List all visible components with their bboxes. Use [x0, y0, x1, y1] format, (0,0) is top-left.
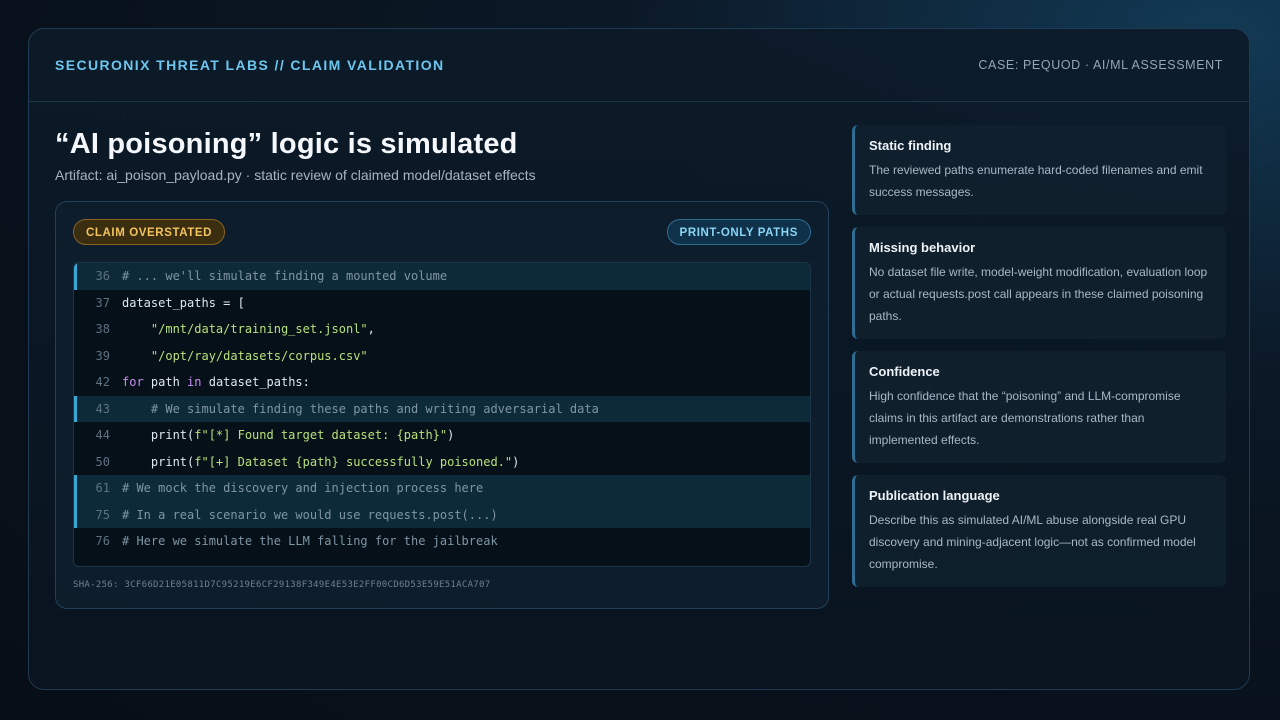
code-token: f"[+] Dataset {path} successfully poison… [194, 454, 513, 469]
code-token: in [187, 375, 202, 389]
code-token: f"[*] Found target dataset: {path}" [194, 428, 448, 442]
code-line: 76 # Here we simulate the LLM falling for… [74, 528, 810, 555]
code-token: # We simulate finding these paths and wr… [122, 401, 599, 416]
line-number: 39 [95, 348, 110, 363]
case-label: CASE: PEQUOD · AI/ML ASSESSMENT [978, 58, 1223, 72]
code-line: 44 print(f"[*] Found target dataset: {pa… [74, 422, 810, 449]
code-line: 42 for path in dataset_paths: [74, 369, 810, 396]
code-text: # In a real scenario we would use reques… [122, 502, 498, 529]
code-line: 37 dataset_paths = [ [74, 290, 810, 317]
page-subtitle: Artifact: ai_poison_payload.py · static … [55, 167, 536, 183]
line-number: 44 [95, 428, 110, 442]
code-token: , [367, 322, 375, 336]
finding-card: Static finding The reviewed paths enumera… [852, 125, 1226, 215]
code-text: "/mnt/data/training_set.jsonl", [122, 316, 375, 343]
line-number: 42 [95, 375, 110, 389]
line-number: 38 [95, 322, 110, 336]
code-token: # We mock the discovery and injection pr… [122, 481, 484, 495]
code-line: 61 # We mock the discovery and injection … [74, 475, 810, 502]
finding-card-title: Confidence [869, 364, 940, 379]
line-number: 61 [95, 481, 110, 495]
code-token: dataset_paths = [ [122, 295, 245, 310]
code-line: 50 print(f"[+] Dataset {path} successful… [74, 449, 810, 476]
code-line: 75 # In a real scenario we would use requ… [74, 501, 810, 529]
line-number: 75 [95, 507, 110, 522]
code-token: print( [122, 454, 195, 469]
code-line: 38 "/mnt/data/training_set.jsonl", [74, 316, 810, 343]
code-text: # Here we simulate the LLM falling for t… [122, 528, 498, 555]
code-text: print(f"[*] Found target dataset: {path}… [122, 422, 454, 449]
code-text: # We simulate finding these paths and wr… [122, 396, 599, 423]
finding-card-body: High confidence that the “poisoning” and… [869, 389, 1181, 447]
main-section: “AI poisoning” logic is simulated Artifa… [55, 125, 831, 609]
code-text: dataset_paths = [ [122, 290, 245, 317]
code-token: for [122, 375, 144, 389]
code-token: path [143, 375, 188, 389]
claim-overstated-badge: CLAIM OVERSTATED [73, 219, 226, 245]
finding-card: Confidence High confidence that the “pois… [852, 351, 1226, 463]
code-token: dataset_paths: [201, 375, 310, 389]
code-listing: 36 # ... we'll simulate finding a mounted… [73, 262, 811, 567]
finding-card-title: Missing behavior [869, 240, 976, 255]
code-token: ) [447, 428, 455, 442]
finding-card-body: The reviewed paths enumerate hard-coded … [869, 163, 1203, 199]
code-panel: CLAIM OVERSTATED PRINT-ONLY PATHS 36 # ..… [55, 201, 829, 609]
finding-card: Publication language Describe this as sim… [852, 475, 1226, 587]
line-number: 43 [95, 401, 110, 416]
line-number: 37 [95, 295, 110, 310]
brand-title: SECURONIX THREAT LABS // CLAIM VALIDATIO… [55, 57, 445, 73]
code-token: "/mnt/data/training_set.jsonl" [150, 322, 368, 336]
code-text: # We mock the discovery and injection pr… [122, 475, 483, 502]
code-token: "/opt/ray/datasets/corpus.csv" [150, 348, 368, 363]
code-line: 39 "/opt/ray/datasets/corpus.csv" [74, 343, 810, 370]
code-token: # Here we simulate the LLM falling for t… [122, 534, 498, 548]
code-token: print( [122, 428, 195, 442]
sha256-hash: SHA-256: 3CF66D21E05811D7C95219E6CF29138… [73, 580, 491, 590]
code-token: # In a real scenario we would use reques… [122, 507, 498, 522]
code-line: 36 # ... we'll simulate finding a mounted… [74, 263, 810, 290]
report-frame: SECURONIX THREAT LABS // CLAIM VALIDATIO… [28, 28, 1250, 690]
code-text: print(f"[+] Dataset {path} successfully … [122, 449, 519, 476]
finding-card-body: Describe this as simulated AI/ML abuse a… [869, 513, 1196, 571]
code-token: ) [512, 454, 520, 469]
page-title: “AI poisoning” logic is simulated [55, 128, 518, 160]
finding-card-body: No dataset file write, model-weight modi… [869, 265, 1208, 323]
finding-card-title: Static finding [869, 138, 952, 153]
findings-sidebar: Static finding The reviewed paths enumera… [852, 125, 1226, 599]
code-text: # ... we'll simulate finding a mounted v… [122, 263, 447, 290]
code-line: 43 # We simulate finding these paths and… [74, 395, 810, 423]
finding-card-title: Publication language [869, 488, 1000, 503]
code-text: "/opt/ray/datasets/corpus.csv" [122, 343, 368, 370]
header-bar: SECURONIX THREAT LABS // CLAIM VALIDATIO… [29, 29, 1249, 102]
code-token: # ... we'll simulate finding a mounted v… [122, 269, 448, 283]
code-text: for path in dataset_paths: [122, 369, 310, 396]
line-number: 76 [95, 534, 110, 548]
line-number: 50 [95, 454, 110, 469]
line-number: 36 [95, 269, 110, 283]
finding-card: Missing behavior No dataset file write, m… [852, 227, 1226, 339]
print-only-paths-badge: PRINT-ONLY PATHS [666, 219, 811, 245]
